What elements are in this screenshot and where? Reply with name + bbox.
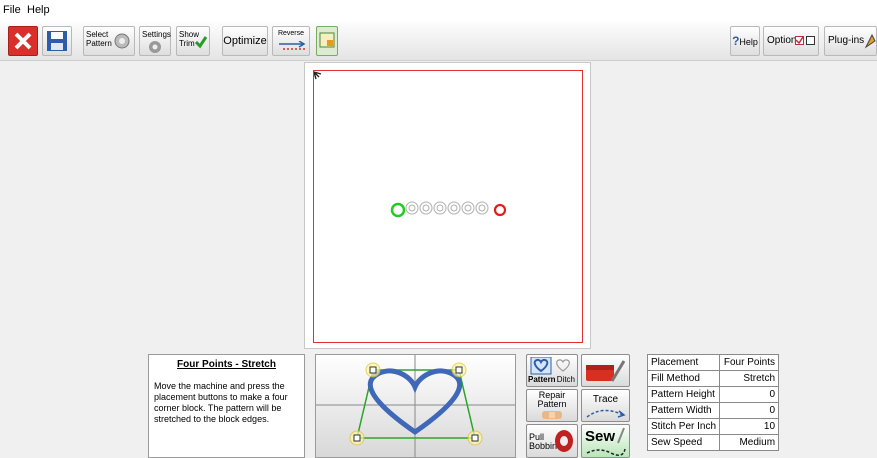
- property-row[interactable]: Placement Four Points: [646, 354, 780, 371]
- property-row[interactable]: Pattern Height 0: [646, 386, 780, 403]
- property-label: Placement: [646, 354, 721, 371]
- options-button[interactable]: Options: [763, 26, 819, 56]
- property-row[interactable]: Sew Speed Medium: [646, 434, 780, 451]
- plugin-icon: [864, 33, 876, 49]
- gear-icon: [149, 41, 161, 53]
- reverse-arrows-icon: [279, 41, 306, 50]
- trace-button[interactable]: Trace: [581, 389, 630, 422]
- bobbin-icon: [555, 430, 573, 452]
- corner-point-bottom-left[interactable]: [353, 434, 361, 442]
- menu-bar: File Help: [0, 0, 877, 22]
- pull-bobbin-label: Pull Bobbin: [529, 432, 558, 451]
- property-label: Stitch Per Inch: [646, 418, 721, 435]
- layout-button[interactable]: [316, 26, 338, 56]
- save-icon: [47, 31, 67, 51]
- close-icon: [14, 32, 32, 50]
- checkbox-icons: [795, 36, 815, 45]
- pattern-preview: [390, 201, 507, 218]
- property-value[interactable]: Medium: [719, 434, 780, 451]
- property-value[interactable]: 0: [719, 386, 780, 403]
- property-value[interactable]: 10: [719, 418, 780, 435]
- end-marker: [493, 203, 507, 217]
- property-label: Pattern Height: [646, 386, 721, 403]
- pull-bobbin-button[interactable]: Pull Bobbin: [526, 424, 578, 458]
- placement-info-title: Four Points - Stretch: [177, 359, 276, 370]
- trace-label: Trace: [592, 394, 619, 405]
- needle-icon: [617, 427, 625, 444]
- sew-label: Sew: [585, 428, 616, 445]
- stitch-line-icon: [586, 448, 626, 456]
- select-pattern-label: Select Pattern: [86, 30, 112, 48]
- property-row[interactable]: Pattern Width 0: [646, 402, 780, 419]
- menu-help[interactable]: Help: [27, 4, 50, 16]
- property-row[interactable]: Fill Method Stretch: [646, 370, 780, 387]
- toolbar: Select Pattern Settings Show Trim Optimi…: [0, 22, 877, 61]
- settings-button[interactable]: Settings: [139, 26, 171, 56]
- reverse-label: Reverse: [277, 30, 305, 37]
- start-marker: [390, 202, 406, 218]
- property-value[interactable]: 0: [719, 402, 780, 419]
- plugins-label: Plug-ins: [828, 35, 865, 46]
- property-row[interactable]: Stitch Per Inch 10: [646, 418, 780, 435]
- plugins-button[interactable]: Plug-ins: [824, 26, 877, 56]
- corner-point-top-right[interactable]: [455, 366, 463, 374]
- checkmark-icon: [194, 36, 208, 49]
- show-trim-button[interactable]: Show Trim: [176, 26, 210, 56]
- help-label: Help: [739, 37, 758, 47]
- placement-info-text: Move the machine and press the placement…: [154, 381, 288, 424]
- save-button[interactable]: [42, 26, 72, 56]
- pattern-canvas[interactable]: [304, 62, 591, 349]
- corner-point-bottom-right[interactable]: [471, 434, 479, 442]
- repair-pattern-label: Repair Pattern: [537, 390, 567, 409]
- property-value[interactable]: Four Points: [719, 354, 780, 371]
- layout-icon: [319, 32, 335, 48]
- four-points-diagram: [315, 354, 516, 458]
- close-button[interactable]: [8, 26, 38, 56]
- trace-path-icon: [586, 409, 626, 418]
- property-value[interactable]: Stretch: [719, 370, 780, 387]
- settings-label: Settings: [142, 30, 171, 39]
- optimize-button[interactable]: Optimize: [222, 26, 268, 56]
- toolbox-button[interactable]: [581, 354, 630, 387]
- reverse-button[interactable]: Reverse: [272, 26, 310, 56]
- property-label: Fill Method: [646, 370, 721, 387]
- toolbox-icon: [586, 360, 626, 382]
- ditch-label: Ditch: [556, 375, 575, 384]
- placement-info-panel: Four Points - Stretch Move the machine a…: [148, 354, 305, 458]
- optimize-label: Optimize: [223, 35, 267, 47]
- property-label: Sew Speed: [646, 434, 721, 451]
- thread-spool-icon: [114, 33, 130, 49]
- select-pattern-button[interactable]: Select Pattern: [83, 26, 135, 56]
- help-button[interactable]: ?Help: [730, 26, 760, 56]
- sew-button[interactable]: Sew: [581, 424, 630, 458]
- property-label: Pattern Width: [646, 402, 721, 419]
- repair-pattern-button[interactable]: Repair Pattern: [526, 389, 578, 422]
- menu-file[interactable]: File: [3, 4, 21, 16]
- pattern-ditch-toggle[interactable]: Pattern Ditch: [526, 354, 578, 387]
- properties-table: Placement Four Points Fill Method Stretch Pa…: [646, 354, 780, 451]
- corner-point-top-left[interactable]: [369, 366, 377, 374]
- pattern-label: Pattern: [528, 375, 556, 384]
- heart-pattern-ditch-icon: [530, 357, 570, 375]
- bandage-icon: [542, 411, 562, 419]
